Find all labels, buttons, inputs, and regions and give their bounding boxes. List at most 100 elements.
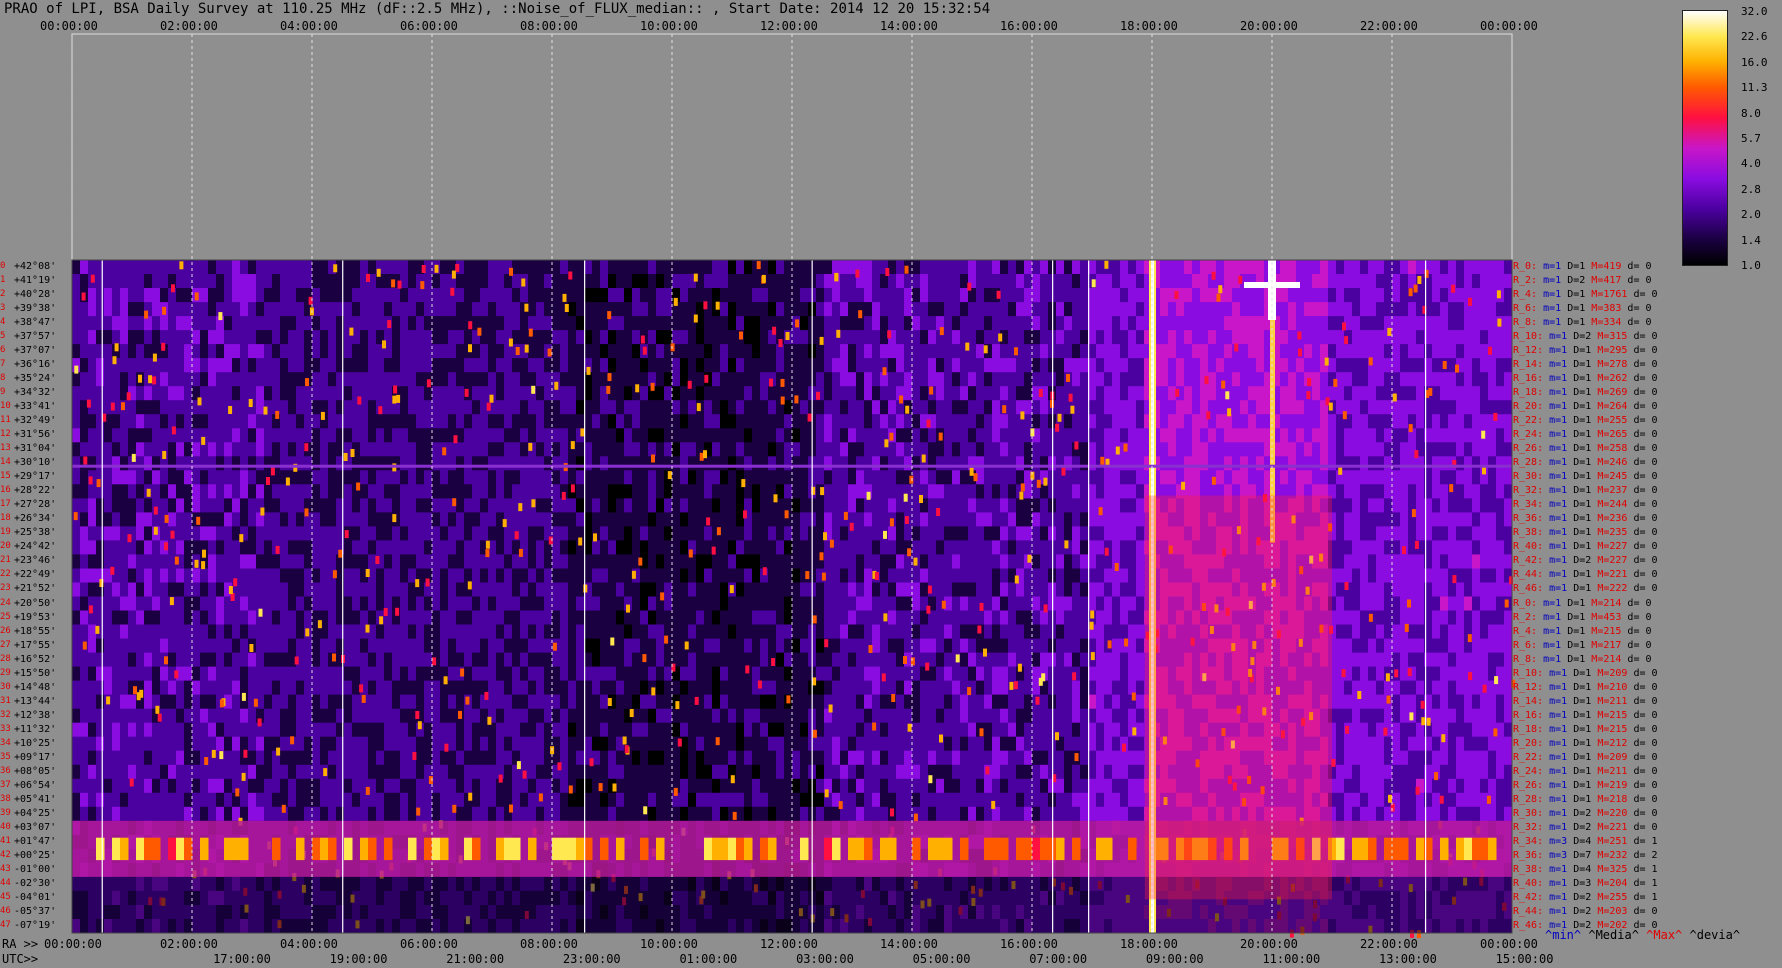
heatmap-cell: [1024, 414, 1033, 429]
heatmap-cell: [136, 428, 145, 443]
heatmap-cell: [1096, 302, 1105, 317]
heatmap-cell: [1488, 610, 1497, 625]
heatmap-cell: [944, 624, 953, 639]
heatmap-cell: [1232, 358, 1241, 373]
heatmap-cell: [848, 498, 857, 513]
heatmap-cell: [488, 442, 497, 457]
heatmap-cell: [1384, 428, 1393, 443]
heatmap-cell: [832, 596, 841, 611]
heatmap-cell: [1120, 288, 1129, 303]
heatmap-cell: [1160, 456, 1169, 471]
heatmap-cell: [880, 540, 889, 555]
heatmap-cell: [128, 624, 137, 639]
heatmap-cell: [1192, 456, 1201, 471]
heatmap-cell: [128, 316, 137, 331]
heatmap-cell: [760, 372, 769, 387]
heatmap-cell: [416, 386, 425, 401]
heatmap-cell: [1128, 414, 1137, 429]
heatmap-cell: [1000, 442, 1009, 457]
heatmap-cell: [1344, 386, 1353, 401]
heatmap-cell: [256, 456, 265, 471]
heatmap-cell: [1360, 372, 1369, 387]
heatmap-cell: [648, 498, 657, 513]
heatmap-cell: [632, 288, 641, 303]
heatmap-cell: [1448, 386, 1457, 401]
heatmap-cell: [912, 414, 921, 429]
heatmap-cell: [176, 330, 185, 345]
heatmap-cell: [1088, 344, 1097, 359]
heatmap-cell: [1496, 596, 1505, 611]
heatmap-cell: [688, 526, 697, 541]
heatmap-cell: [312, 568, 321, 583]
heatmap-cell: [656, 414, 665, 429]
heatmap-cell: [968, 330, 977, 345]
heatmap-cell: [128, 330, 137, 345]
heatmap-cell: [872, 540, 881, 555]
heatmap-cell: [472, 442, 481, 457]
heatmap-cell: [1040, 330, 1049, 345]
heatmap-cell: [576, 610, 585, 625]
heatmap-cell: [728, 484, 737, 499]
heatmap-cell: [928, 470, 937, 485]
heatmap-cell: [216, 372, 225, 387]
heatmap-cell: [648, 582, 657, 597]
heatmap-cell: [656, 456, 665, 471]
heatmap-cell: [200, 484, 209, 499]
heatmap-cell: [736, 554, 745, 569]
heatmap-cell: [1200, 442, 1209, 457]
heatmap-cell: [696, 638, 705, 654]
heatmap-cell: [1168, 260, 1177, 275]
heatmap-cell: [888, 386, 897, 401]
heatmap-cell: [744, 330, 753, 345]
heatmap-cell: [208, 624, 217, 639]
heatmap-cell: [544, 316, 553, 331]
heatmap-cell: [256, 288, 265, 303]
heatmap-cell: [1128, 498, 1137, 513]
heatmap-cell: [496, 316, 505, 331]
heatmap-cell: [896, 274, 905, 289]
heatmap-cell: [704, 428, 713, 443]
heatmap-cell: [160, 288, 169, 303]
heatmap-cell: [784, 344, 793, 359]
heatmap-cell: [720, 316, 729, 331]
heatmap-cell: [840, 442, 849, 457]
heatmap-cell: [1392, 540, 1401, 555]
heatmap-cell: [704, 610, 713, 625]
heatmap-cell: [1240, 456, 1249, 471]
heatmap-cell: [1440, 526, 1449, 541]
heatmap-cell: [1472, 260, 1481, 275]
heatmap-cell: [952, 400, 961, 415]
heatmap-cell: [752, 470, 761, 485]
heatmap-cell: [1376, 288, 1385, 303]
heatmap-cell: [80, 582, 89, 597]
heatmap-cell: [1432, 358, 1441, 373]
heatmap-cell: [576, 274, 585, 289]
heatmap-cell: [128, 274, 137, 289]
heatmap-cell: [72, 288, 81, 303]
heatmap-cell: [408, 526, 417, 541]
heatmap-cell: [312, 386, 321, 401]
heatmap-cell: [1352, 344, 1361, 359]
heatmap-cell: [416, 596, 425, 611]
heatmap-cell: [1040, 442, 1049, 457]
heatmap-cell: [1440, 344, 1449, 359]
heatmap-cell: [1368, 526, 1377, 541]
heatmap-cell: [280, 498, 289, 513]
heatmap-cell: [1496, 512, 1505, 527]
heatmap-cell: [424, 414, 433, 429]
heatmap-cell: [600, 274, 609, 289]
heatmap-cell: [72, 316, 81, 331]
heatmap-cell: [136, 330, 145, 345]
heatmap-cell: [512, 288, 521, 303]
heatmap-cell: [784, 386, 793, 401]
heatmap-cell: [680, 330, 689, 345]
heatmap-cell: [896, 582, 905, 597]
heatmap-cell: [368, 470, 377, 485]
heatmap-cell: [1472, 526, 1481, 541]
heatmap-cell: [880, 512, 889, 527]
heatmap-cell: [1392, 610, 1401, 625]
heatmap-cell: [264, 330, 273, 345]
heatmap-cell: [800, 582, 809, 597]
heatmap-cell: [192, 330, 201, 345]
heatmap-cell: [760, 302, 769, 317]
